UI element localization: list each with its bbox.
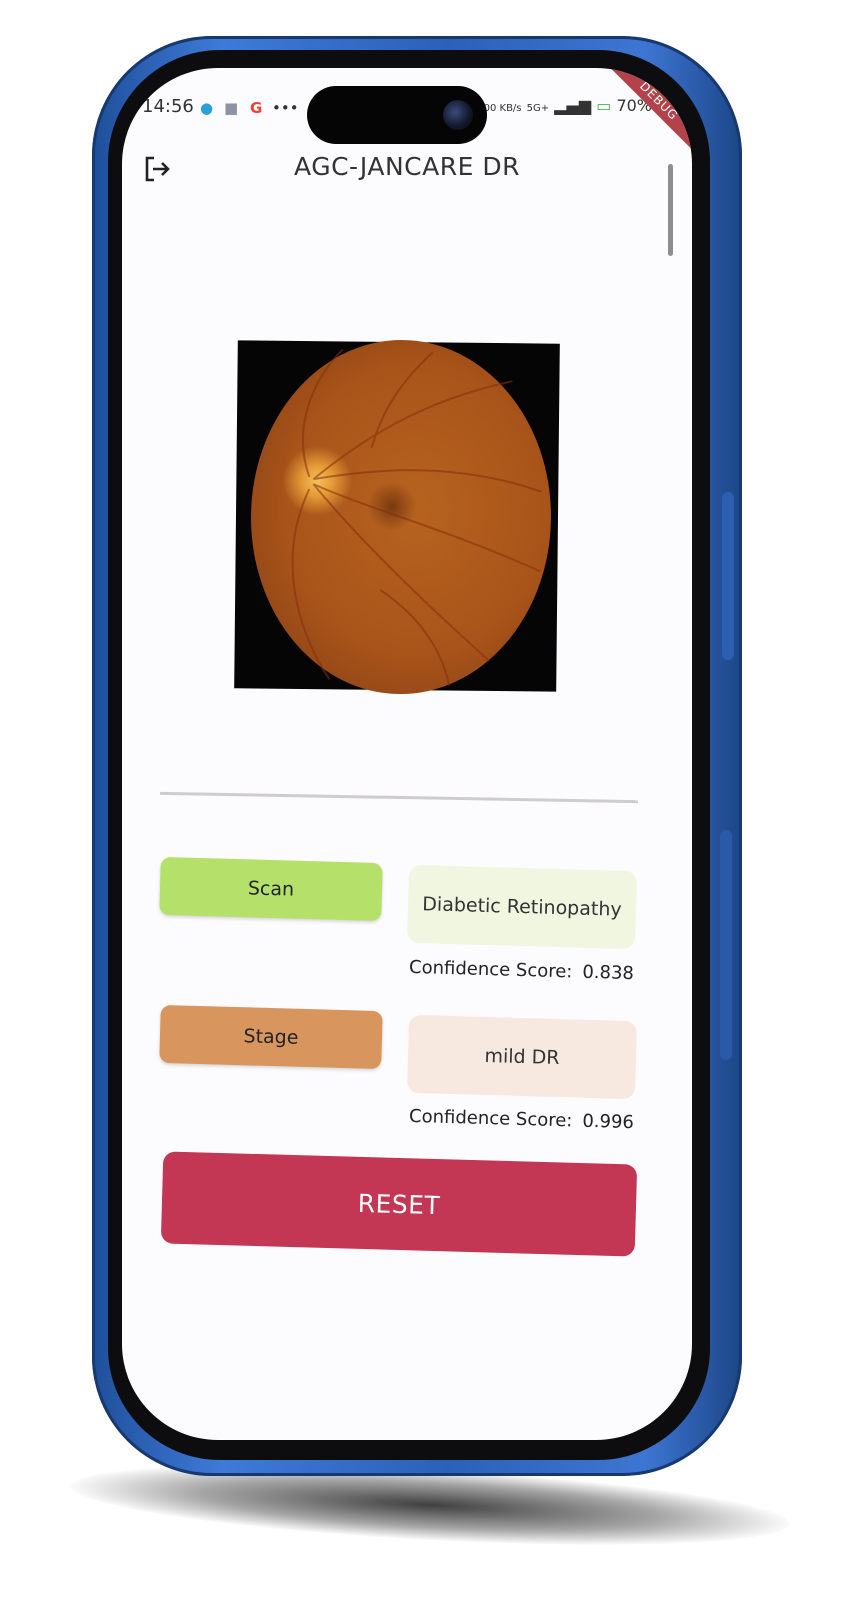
diagnosis-confidence-value: 0.838 bbox=[582, 961, 635, 985]
more-icon: ••• bbox=[272, 99, 299, 117]
power-button bbox=[722, 492, 734, 660]
diagnosis-confidence: Confidence Score: 0.838 bbox=[409, 957, 634, 984]
app-bar: AGC-JANCARE DR bbox=[122, 148, 692, 204]
stage-confidence-value: 0.996 bbox=[582, 1110, 635, 1134]
stage-button[interactable]: Stage bbox=[159, 1004, 383, 1070]
status-right: 0.00 KB/s 5G+ ▂▄▆ ▭ 70% bbox=[474, 96, 652, 115]
dynamic-island bbox=[307, 86, 487, 144]
scrollbar[interactable] bbox=[668, 164, 673, 256]
camera-icon bbox=[443, 100, 473, 130]
section-divider bbox=[160, 791, 638, 804]
stage-result: mild DR bbox=[406, 1014, 638, 1100]
app-screen: 14:56 ● ■ G ••• 0.00 KB/s 5G+ ▂▄▆ ▭ 70% … bbox=[122, 68, 692, 1440]
reset-button[interactable]: RESET bbox=[160, 1151, 638, 1257]
network-type: 5G+ bbox=[526, 103, 550, 114]
diagnosis-result: Diabetic Retinopathy bbox=[406, 864, 638, 950]
wrench-icon: ■ bbox=[224, 99, 239, 117]
stage-confidence-label: Confidence Score: bbox=[408, 1105, 573, 1132]
signal-icon: ▂▄▆ bbox=[554, 96, 592, 115]
battery-icon: ▭ bbox=[596, 96, 612, 115]
google-icon: G bbox=[250, 99, 263, 117]
retina-image bbox=[234, 338, 560, 696]
stage-confidence: Confidence Score: 0.996 bbox=[409, 1106, 634, 1133]
volume-button bbox=[720, 830, 732, 1060]
retina-fundus bbox=[249, 338, 553, 696]
diagnosis-confidence-label: Confidence Score: bbox=[408, 956, 573, 983]
page-title: AGC-JANCARE DR bbox=[294, 152, 520, 181]
scan-button[interactable]: Scan bbox=[159, 856, 383, 922]
status-time: 14:56 bbox=[142, 96, 194, 117]
telegram-icon: ● bbox=[200, 99, 214, 117]
